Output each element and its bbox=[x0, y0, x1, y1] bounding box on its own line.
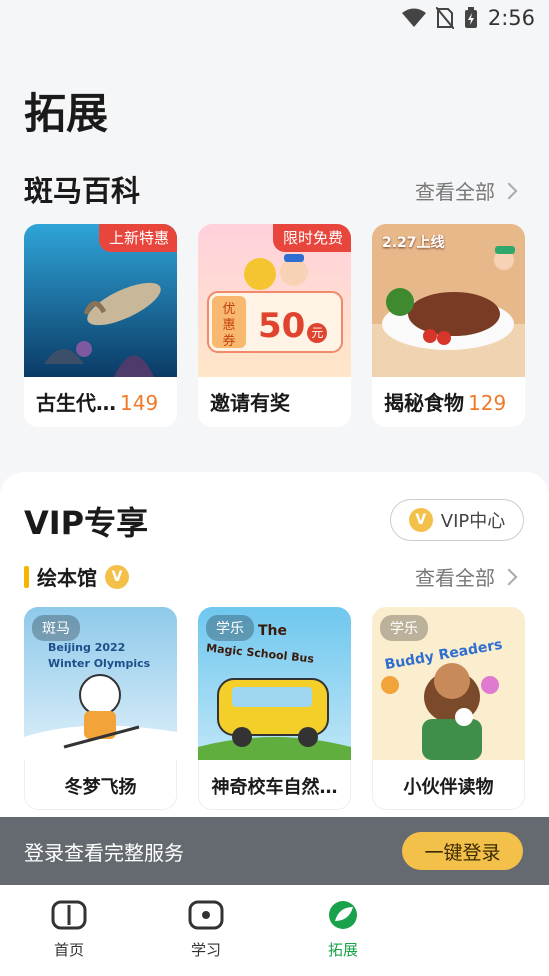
tab-label: 学习 bbox=[190, 941, 221, 959]
zebra-wiki-title: 斑马百科 bbox=[24, 174, 141, 208]
chevron-right-icon bbox=[500, 568, 518, 585]
coupon-tag: 优惠券 bbox=[222, 302, 236, 349]
tab-explore[interactable]: 拓展 bbox=[303, 899, 383, 960]
book-card-winter[interactable]: Beijing 2022 Winter Olympics 斑马 冬梦飞扬 bbox=[24, 607, 177, 810]
book-card-buddy-readers[interactable]: Buddy Readers 学乐 小伙伴读物 bbox=[372, 607, 525, 810]
tab-label: 拓展 bbox=[327, 941, 358, 959]
card-label: 邀请有奖 bbox=[210, 391, 290, 415]
card-label: 古生代… 149 bbox=[36, 391, 159, 415]
picture-book-see-all[interactable]: 查看全部 bbox=[415, 562, 518, 591]
vip-center-label: VIP中心 bbox=[440, 511, 506, 532]
page-title: 拓展 bbox=[24, 89, 109, 138]
publisher-tag: 学乐 bbox=[206, 615, 254, 641]
status-time: 2:56 bbox=[487, 6, 535, 30]
vip-badge-icon: V bbox=[408, 508, 433, 532]
explore-leaf-icon bbox=[329, 901, 357, 929]
login-prompt-bar: 登录查看完整服务 一键登录 bbox=[0, 817, 549, 885]
picture-book-title: 绘本馆 bbox=[37, 566, 97, 590]
see-all-label: 查看全部 bbox=[415, 566, 495, 590]
tab-learn[interactable]: 学习 bbox=[166, 899, 246, 960]
tab-home[interactable]: 首页 bbox=[29, 899, 109, 960]
book-card-magic-school-bus[interactable]: The Magic School Bus 学乐 神奇校车自然… bbox=[198, 607, 351, 810]
wiki-card-paleozoic[interactable]: 上新特惠 古生代… 149 bbox=[24, 224, 177, 427]
home-book-icon bbox=[51, 900, 87, 930]
new-offer-badge: 上新特惠 bbox=[98, 224, 177, 252]
launch-date-text: 2.27上线 bbox=[382, 235, 445, 251]
wiki-card-food[interactable]: 2.27上线 揭秘食物 129 bbox=[372, 224, 525, 427]
coupon-value-group: 50 元 bbox=[258, 306, 328, 346]
book-title: 神奇校车自然… bbox=[211, 777, 338, 798]
one-click-login-button[interactable]: 一键登录 bbox=[402, 832, 523, 870]
vip-title: VIP专享 bbox=[24, 504, 149, 542]
book-title: 小伙伴读物 bbox=[403, 777, 494, 798]
battery-charging-icon bbox=[464, 7, 477, 28]
status-bar: 2:56 bbox=[0, 0, 549, 38]
publisher-tag: 斑马 bbox=[32, 615, 80, 641]
coupon-unit: 元 bbox=[307, 322, 328, 343]
section-marker bbox=[24, 565, 29, 588]
coupon-value: 50 bbox=[258, 306, 306, 346]
wifi-icon bbox=[401, 8, 426, 27]
publisher-tag: 学乐 bbox=[380, 615, 428, 641]
card-count: 149 bbox=[120, 391, 159, 415]
cover-text-1: The bbox=[258, 623, 288, 639]
book-title: 冬梦飞扬 bbox=[64, 777, 137, 798]
login-prompt-text: 登录查看完整服务 bbox=[24, 840, 184, 865]
card-label: 揭秘食物 129 bbox=[384, 391, 507, 415]
zebra-wiki-see-all[interactable]: 查看全部 bbox=[415, 176, 518, 205]
tab-label: 首页 bbox=[53, 941, 84, 959]
wiki-card-invite[interactable]: 优惠券 50 元 限时免费 邀请有奖 bbox=[198, 224, 351, 427]
picture-book-header: 绘本馆 V bbox=[24, 562, 129, 591]
learn-tv-icon bbox=[188, 900, 224, 930]
cover-text-1: Beijing 2022 bbox=[48, 641, 126, 654]
no-sim-icon bbox=[435, 7, 454, 29]
status-icons: 2:56 bbox=[401, 6, 535, 30]
chevron-right-icon bbox=[500, 182, 518, 199]
see-all-label: 查看全部 bbox=[415, 180, 495, 204]
vip-center-button[interactable]: V VIP中心 bbox=[390, 499, 524, 541]
card-count: 129 bbox=[468, 391, 507, 415]
bottom-tab-bar: 首页 学习 拓展 bbox=[0, 885, 549, 976]
vip-badge-icon: V bbox=[105, 564, 129, 589]
free-limited-badge: 限时免费 bbox=[272, 224, 351, 252]
cover-text-2: Winter Olympics bbox=[48, 657, 151, 670]
